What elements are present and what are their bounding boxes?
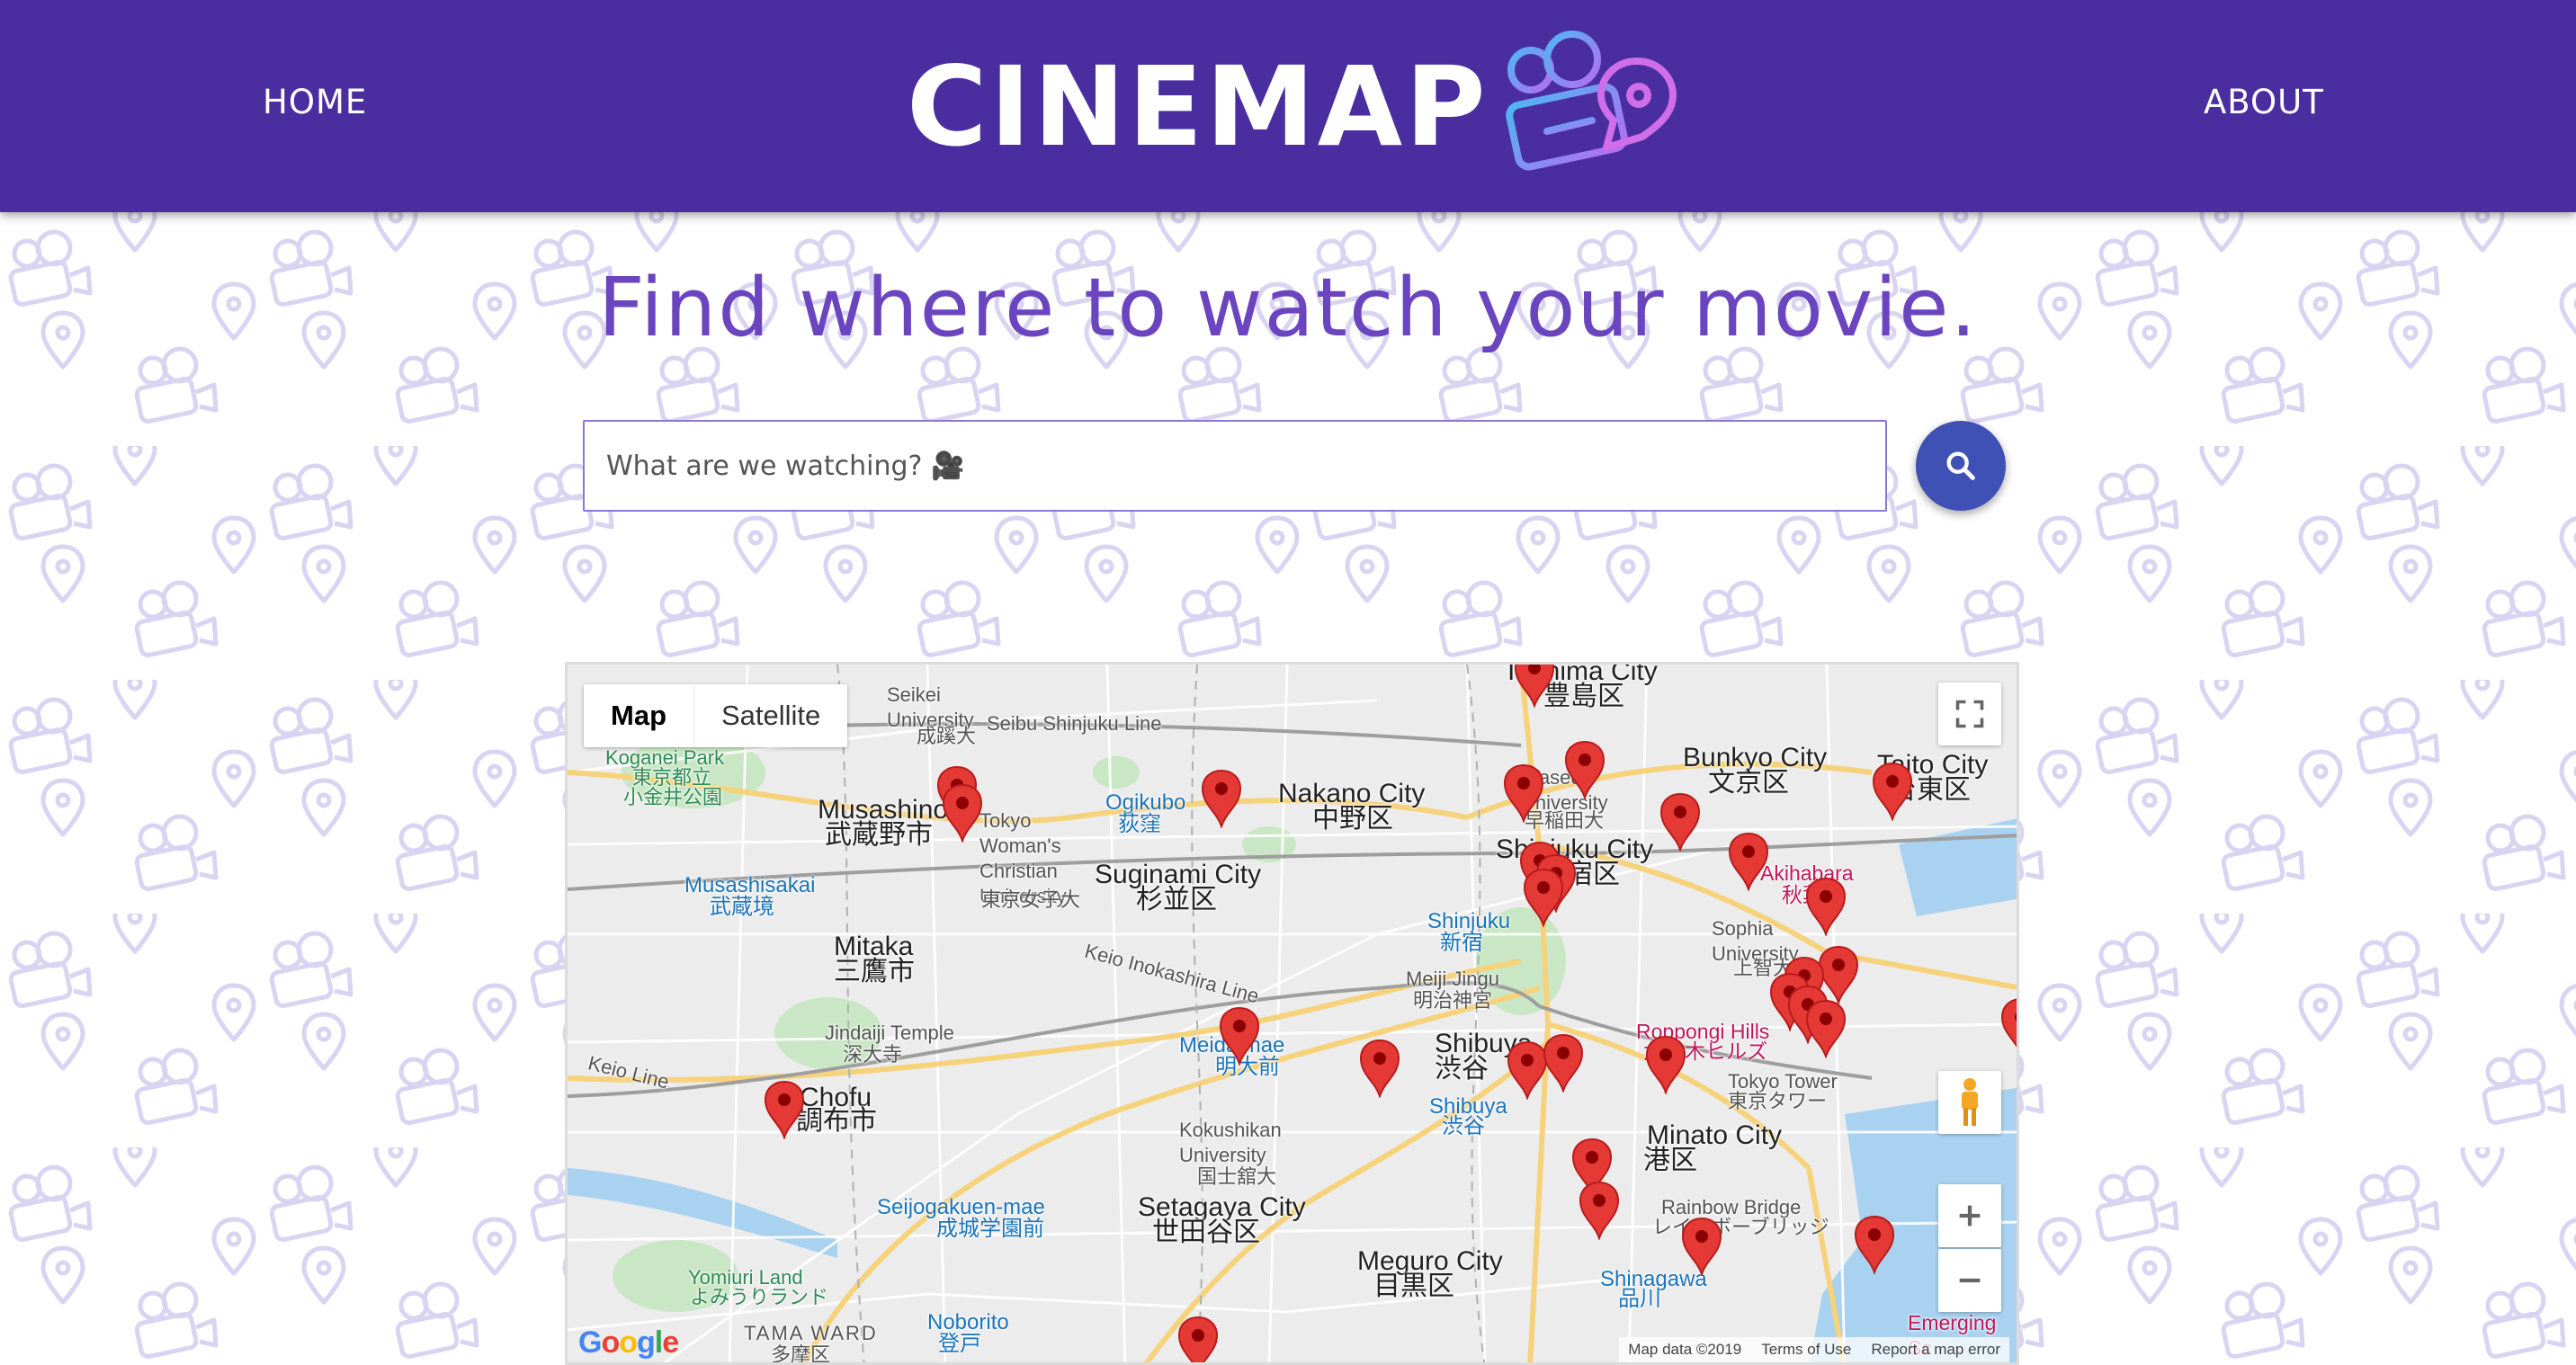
zoom-out-button[interactable]: [1938, 1249, 2001, 1312]
map-label: 明治神宮: [1413, 989, 1493, 1012]
search-icon: [1946, 451, 1975, 480]
movie-search-input[interactable]: [583, 420, 1887, 512]
theater-marker[interactable]: [1564, 740, 1606, 799]
theater-marker[interactable]: [1523, 868, 1564, 927]
zoom-in-button[interactable]: [1938, 1184, 2001, 1247]
map-attribution: Map data ©2019 Terms of Use Report a map…: [1619, 1337, 2009, 1362]
map-label: 渋谷: [1442, 1114, 1485, 1138]
search-button[interactable]: [1916, 421, 2006, 511]
map-label: Meguro City: [1357, 1246, 1503, 1276]
map-label: Musashino: [818, 795, 949, 825]
camera-pin-logo-icon: [1506, 31, 1677, 171]
map-type-satellite-button[interactable]: Satellite: [694, 684, 847, 747]
fullscreen-icon: [1955, 700, 1984, 728]
logo-text[interactable]: CINEMAP: [907, 43, 1489, 171]
minus-icon: [1959, 1278, 1981, 1283]
theater-marker[interactable]: [1805, 999, 1847, 1058]
street-view-pegman[interactable]: [1938, 1071, 2001, 1134]
plus-icon: [1959, 1205, 1981, 1227]
map-label: 三鷹市: [834, 957, 915, 986]
theater-marker[interactable]: [1728, 832, 1769, 891]
theater-marker[interactable]: [1177, 1316, 1219, 1365]
map-label: Setagaya City: [1138, 1192, 1306, 1222]
map-label: 東京タワー: [1728, 1090, 1828, 1112]
map-label: 調布市: [796, 1106, 877, 1136]
map-label: 東京女子大: [981, 888, 1081, 911]
map-label: 品川: [1618, 1287, 1661, 1311]
map-label: 杉並区: [1136, 885, 1217, 914]
map-label: 小金井公園: [623, 786, 723, 808]
map-data-text: Map data ©2019: [1628, 1341, 1742, 1358]
map-label: Seibu Shinjuku Line: [987, 712, 1162, 735]
map-label: Minato City: [1647, 1120, 1783, 1150]
theater-marker[interactable]: [1219, 1006, 1260, 1066]
theater-marker[interactable]: [1681, 1217, 1722, 1276]
theater-marker[interactable]: [1503, 763, 1544, 823]
map-label: レインボーブリッジ: [1652, 1216, 1829, 1238]
nav-about-link[interactable]: ABOUT: [2204, 83, 2324, 121]
fullscreen-button[interactable]: [1938, 682, 2001, 745]
map-label: 豊島区: [1543, 682, 1624, 711]
terms-of-use-link[interactable]: Terms of Use: [1761, 1341, 1851, 1359]
theater-marker[interactable]: [1201, 769, 1242, 828]
map-label: 武蔵野市: [825, 820, 933, 850]
map-label: Kokushikan University: [1179, 1119, 1282, 1166]
theater-marker[interactable]: [2000, 997, 2019, 1057]
map-label: 登戸: [938, 1332, 981, 1356]
map-label: 成蹊大: [917, 725, 977, 747]
theater-marker[interactable]: [1514, 662, 1555, 708]
map-label: 中野区: [1312, 804, 1393, 834]
theater-marker[interactable]: [1579, 1181, 1620, 1240]
page-headline: Find where to watch your movie.: [597, 261, 1979, 355]
map-label: 成城学園前: [936, 1217, 1044, 1241]
theater-marker[interactable]: [1359, 1039, 1400, 1098]
map-label: 荻窪: [1118, 812, 1161, 836]
theater-marker[interactable]: [1854, 1215, 1895, 1274]
theater-marker[interactable]: [1659, 792, 1701, 852]
theater-marker[interactable]: [1805, 877, 1847, 936]
map-label: 目黒区: [1373, 1271, 1454, 1301]
map-label: Suginami City: [1095, 860, 1262, 889]
google-logo: Google: [578, 1325, 679, 1360]
map-type-map-button[interactable]: Map: [584, 684, 694, 747]
map-label: 国士舘大: [1197, 1165, 1277, 1188]
map-label: 多摩区: [771, 1343, 831, 1365]
map-label: Bunkyo City: [1683, 743, 1828, 772]
map-label: 文京区: [1708, 768, 1789, 798]
pegman-icon: [1962, 1078, 1978, 1126]
report-map-error-link[interactable]: Report a map error: [1871, 1341, 2000, 1359]
map-label: よみうりランド: [690, 1286, 829, 1308]
top-navbar: HOME CINEMAP ABOUT: [0, 0, 2576, 212]
theater-marker[interactable]: [1543, 1033, 1584, 1093]
theater-marker[interactable]: [1872, 762, 1913, 821]
map-label: 新宿: [1440, 931, 1483, 955]
google-map[interactable]: Toshima City 豊島区 Seikei University 成蹊大 S…: [565, 662, 2019, 1365]
nav-home-link[interactable]: HOME: [263, 83, 367, 121]
map-label: 世田谷区: [1152, 1218, 1260, 1247]
map-label: 港区: [1643, 1146, 1697, 1175]
map-label: 深大寺: [843, 1043, 903, 1066]
theater-marker[interactable]: [1645, 1035, 1686, 1094]
theater-marker[interactable]: [764, 1080, 805, 1139]
map-label: 武蔵境: [710, 895, 774, 919]
map-type-control: Map Satellite: [584, 684, 848, 747]
theater-marker[interactable]: [942, 783, 983, 843]
map-label: Mitaka: [834, 932, 914, 961]
map-label: Nakano City: [1278, 779, 1426, 808]
map-label: 渋谷: [1435, 1054, 1489, 1084]
